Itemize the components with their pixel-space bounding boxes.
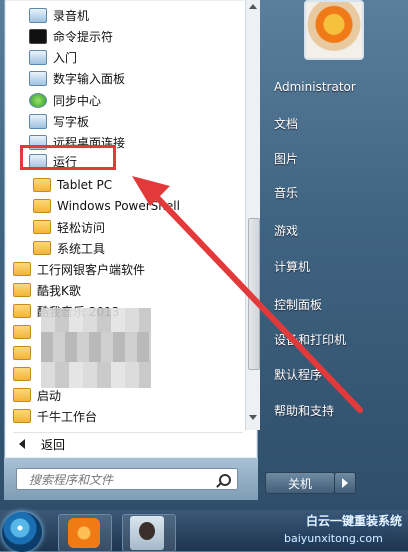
right-menu-games[interactable]: 游戏 — [274, 222, 298, 239]
getting-started-icon — [29, 49, 47, 65]
scrollbar[interactable] — [245, 0, 260, 430]
scroll-up-icon[interactable] — [249, 4, 257, 9]
program-label: 入门 — [53, 50, 78, 65]
right-menu-control-panel[interactable]: 控制面板 — [274, 296, 322, 313]
search-icon[interactable] — [219, 474, 231, 486]
program-list: 录音机 命令提示符 入门 数字输入面板 同步中心 写字板 远程桌面连接 运行 T… — [5, 0, 243, 430]
folder-item-startup[interactable]: 启动 — [13, 385, 61, 405]
uc-browser-icon — [68, 518, 100, 548]
program-label: 同步中心 — [53, 93, 102, 108]
user-name[interactable]: Administrator — [274, 80, 356, 94]
pen-tablet-icon — [29, 70, 47, 86]
program-item-sound-recorder[interactable]: 录音机 — [29, 5, 89, 25]
program-label: 酷我K歌 — [37, 283, 81, 298]
folder-icon — [13, 325, 31, 339]
start-orb-icon[interactable] — [2, 512, 42, 552]
back-label: 返回 — [41, 437, 66, 452]
folder-icon — [13, 283, 31, 297]
sync-icon — [29, 92, 47, 108]
scroll-thumb[interactable] — [248, 218, 260, 370]
search-input[interactable]: 搜索程序和文件 — [16, 468, 238, 490]
all-programs-pane: 录音机 命令提示符 入门 数字输入面板 同步中心 写字板 远程桌面连接 运行 T… — [4, 0, 260, 459]
user-avatar[interactable] — [304, 0, 364, 60]
watermark-text: 白云一键重装系统 — [306, 514, 403, 528]
right-menu-music[interactable]: 音乐 — [274, 184, 298, 201]
folder-item-blurred-3[interactable] — [13, 364, 37, 384]
back-arrow-icon — [19, 439, 25, 449]
program-label: Tablet PC — [57, 178, 113, 192]
scroll-down-icon[interactable] — [249, 415, 257, 420]
program-item-math-input[interactable]: 数字输入面板 — [29, 68, 125, 88]
folder-icon — [13, 304, 31, 318]
right-menu-default-programs[interactable]: 默认程序 — [274, 366, 322, 383]
right-menu-help-support[interactable]: 帮助和支持 — [274, 402, 334, 419]
program-item-cmd[interactable]: 命令提示符 — [29, 26, 113, 46]
command-prompt-icon — [29, 28, 47, 44]
right-menu-documents[interactable]: 文档 — [274, 115, 298, 132]
folder-icon — [13, 262, 31, 276]
folder-item-powershell[interactable]: Windows PowerShell — [33, 196, 180, 216]
program-label: 命令提示符 — [53, 29, 114, 44]
program-label: 系统工具 — [57, 241, 106, 256]
folder-item-blurred-2[interactable] — [13, 343, 37, 363]
folder-icon — [33, 220, 51, 234]
folder-item-icbc[interactable]: 工行网银客户端软件 — [13, 259, 145, 279]
folder-icon — [13, 367, 31, 381]
program-label: 写字板 — [53, 114, 90, 129]
folder-icon — [13, 409, 31, 423]
shutdown-options-icon[interactable] — [334, 472, 356, 494]
program-label: 启动 — [37, 388, 62, 403]
back-button[interactable]: 返回 — [13, 432, 243, 455]
program-label: 千牛工作台 — [37, 409, 98, 424]
program-label: 轻松访问 — [57, 220, 106, 235]
program-label: Windows PowerShell — [57, 199, 180, 213]
highlight-box — [20, 145, 116, 170]
watermark-url: baiyunxitong.com — [284, 532, 383, 545]
program-label: 录音机 — [53, 8, 90, 23]
right-menu-pictures[interactable]: 图片 — [274, 150, 298, 167]
folder-item-blurred-1[interactable] — [13, 322, 37, 342]
program-item-getting-started[interactable]: 入门 — [29, 47, 77, 67]
folder-item-accessibility[interactable]: 轻松访问 — [33, 217, 105, 237]
blurred-region — [41, 332, 151, 362]
program-item-sync-center[interactable]: 同步中心 — [29, 90, 101, 110]
shutdown-button[interactable]: 关机 — [265, 472, 335, 494]
folder-item-system-tools[interactable]: 系统工具 — [33, 238, 105, 258]
folder-icon — [33, 199, 51, 213]
folder-icon — [33, 241, 51, 255]
wordpad-icon — [29, 113, 47, 129]
folder-item-tablet-pc[interactable]: Tablet PC — [33, 175, 112, 195]
search-placeholder: 搜索程序和文件 — [29, 472, 114, 487]
right-menu-devices-printers[interactable]: 设备和打印机 — [274, 331, 346, 348]
folder-item-qianniu[interactable]: 千牛工作台 — [13, 406, 97, 426]
program-item-wordpad[interactable]: 写字板 — [29, 111, 89, 131]
program-label: 数字输入面板 — [53, 71, 126, 86]
folder-item-kuwo-k[interactable]: 酷我K歌 — [13, 280, 81, 300]
folder-icon — [13, 346, 31, 360]
folder-icon — [33, 178, 51, 192]
person-photo-icon — [130, 516, 164, 550]
folder-icon — [13, 388, 31, 402]
program-label: 工行网银客户端软件 — [37, 262, 146, 277]
shutdown-label: 关机 — [287, 476, 312, 491]
microphone-icon — [29, 7, 47, 23]
right-menu-computer[interactable]: 计算机 — [274, 258, 310, 275]
